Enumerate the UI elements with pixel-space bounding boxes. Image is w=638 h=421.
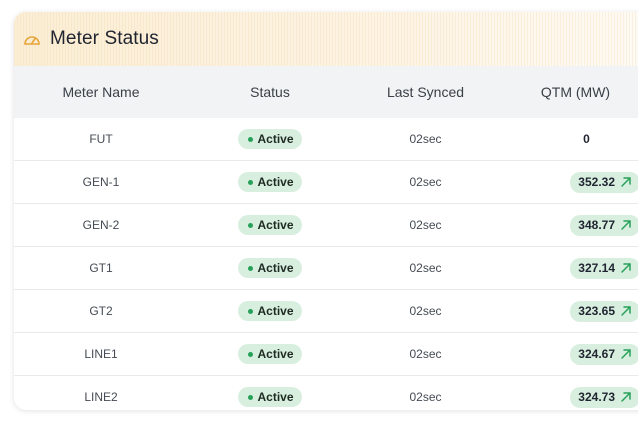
last-synced-cell: 02sec (409, 175, 442, 189)
table-row[interactable]: LINE2 Active 02sec 324.73 (14, 376, 638, 410)
meter-name-cell: LINE2 (84, 390, 118, 404)
trend-up-arrow-icon (619, 347, 633, 361)
last-synced-cell: 02sec (409, 304, 442, 318)
status-dot-icon (248, 179, 254, 185)
status-cell: Active (188, 129, 352, 149)
qtm-cell: 352.32 (499, 171, 638, 193)
qtm-value: 352.32 (578, 175, 615, 189)
status-label: Active (257, 132, 294, 146)
status-label: Active (257, 218, 294, 232)
status-label: Active (257, 304, 294, 318)
qtm-cell: 324.67 (499, 343, 638, 365)
status-label: Active (257, 347, 294, 361)
card-header: Meter Status (14, 12, 638, 66)
status-cell: Active (188, 258, 352, 278)
meter-name-cell: GT1 (89, 261, 113, 275)
status-badge: Active (238, 215, 302, 235)
status-dot-icon (248, 308, 254, 314)
status-dot-icon (248, 222, 254, 228)
qtm-cell: 327.14 (499, 257, 638, 279)
qtm-value: 327.14 (578, 261, 615, 275)
status-cell: Active (188, 172, 352, 192)
last-synced-cell: 02sec (409, 347, 442, 361)
card-title: Meter Status (50, 28, 159, 49)
trend-up-arrow-icon (619, 175, 633, 189)
meter-name-cell: GEN-2 (82, 218, 120, 232)
status-dot-icon (248, 136, 254, 142)
gauge-icon (22, 29, 42, 49)
status-cell: Active (188, 215, 352, 235)
status-dot-icon (248, 394, 254, 400)
meter-name-cell: GT2 (89, 304, 113, 318)
trend-up-arrow-icon (619, 390, 633, 404)
table-row[interactable]: FUT Active 02sec 0 (14, 118, 638, 161)
qtm-cell: 324.73 (499, 386, 638, 408)
meter-status-card: Meter Status Meter Name Status Last Sync… (14, 12, 638, 410)
status-badge: Active (238, 344, 302, 364)
status-badge: Active (238, 258, 302, 278)
table-row[interactable]: LINE1 Active 02sec 324.67 (14, 333, 638, 376)
qtm-value-pill: 323.65 (570, 300, 638, 322)
status-dot-icon (248, 265, 254, 271)
last-synced-cell: 02sec (409, 261, 442, 275)
trend-up-arrow-icon (619, 261, 633, 275)
qtm-value-pill: 348.77 (570, 214, 638, 236)
status-dot-icon (248, 351, 254, 357)
qtm-value-pill: 352.32 (570, 171, 638, 193)
last-synced-cell: 02sec (409, 132, 442, 146)
table-header: Meter Name Status Last Synced QTM (MW) (14, 66, 638, 118)
table-row[interactable]: GT2 Active 02sec 323.65 (14, 290, 638, 333)
table-row[interactable]: GT1 Active 02sec 327.14 (14, 247, 638, 290)
column-header-last-synced[interactable]: Last Synced (352, 84, 499, 100)
qtm-cell: 323.65 (499, 300, 638, 322)
qtm-value: 323.65 (578, 304, 615, 318)
qtm-value: 348.77 (578, 218, 615, 232)
qtm-value: 324.67 (578, 347, 615, 361)
status-label: Active (257, 175, 294, 189)
column-header-meter-name[interactable]: Meter Name (14, 84, 188, 100)
qtm-cell: 0 (499, 132, 638, 146)
trend-up-arrow-icon (619, 304, 633, 318)
table-row[interactable]: GEN-1 Active 02sec 352.32 (14, 161, 638, 204)
qtm-value-pill: 324.73 (570, 386, 638, 408)
status-cell: Active (188, 387, 352, 407)
qtm-value: 324.73 (578, 390, 615, 404)
last-synced-cell: 02sec (409, 390, 442, 404)
qtm-value-pill: 324.67 (570, 343, 638, 365)
last-synced-cell: 02sec (409, 218, 442, 232)
status-label: Active (257, 390, 294, 404)
trend-up-arrow-icon (619, 218, 633, 232)
status-cell: Active (188, 301, 352, 321)
qtm-cell: 348.77 (499, 214, 638, 236)
status-badge: Active (238, 301, 302, 321)
qtm-value: 0 (583, 132, 590, 146)
column-header-status[interactable]: Status (188, 84, 352, 100)
meter-name-cell: LINE1 (84, 347, 118, 361)
meter-name-cell: FUT (89, 132, 113, 146)
column-header-qtm[interactable]: QTM (MW) (499, 84, 638, 100)
status-badge: Active (238, 387, 302, 407)
table-body: FUT Active 02sec 0 GEN-1 Active 02sec 352.32 GEN… (14, 118, 638, 410)
meter-name-cell: GEN-1 (82, 175, 120, 189)
status-badge: Active (238, 172, 302, 192)
qtm-value-pill: 327.14 (570, 257, 638, 279)
table-row[interactable]: GEN-2 Active 02sec 348.77 (14, 204, 638, 247)
status-badge: Active (238, 129, 302, 149)
status-label: Active (257, 261, 294, 275)
status-cell: Active (188, 344, 352, 364)
